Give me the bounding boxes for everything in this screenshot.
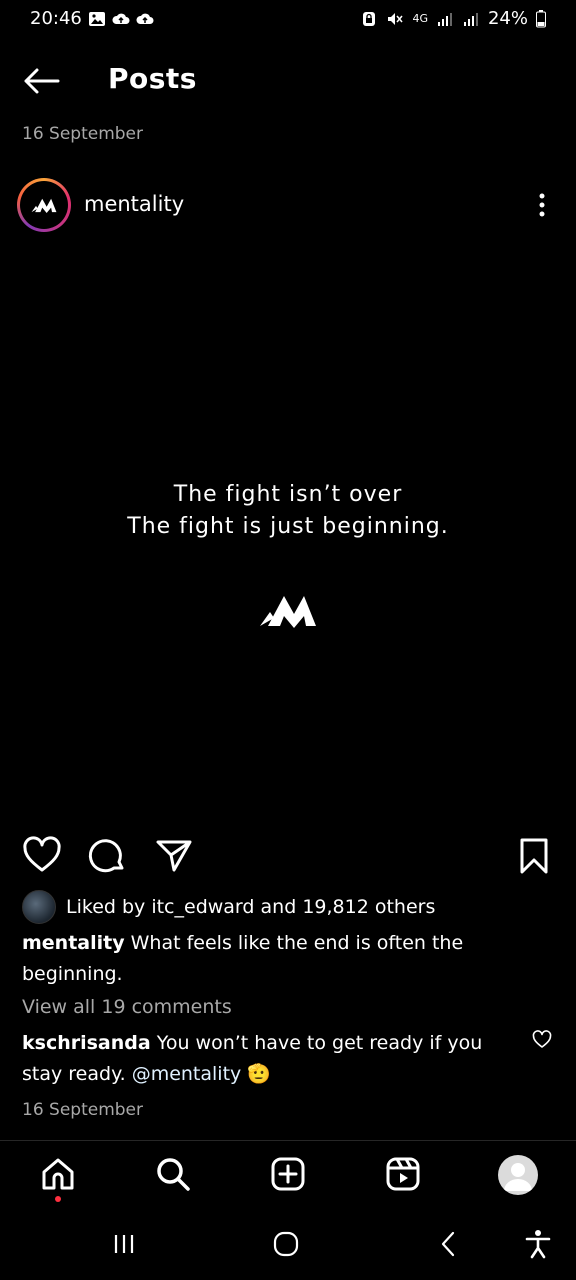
status-bar: 20:46 4G 24%	[0, 0, 576, 44]
view-comments-link[interactable]: View all 19 comments	[22, 996, 232, 1018]
signal-icon	[437, 12, 452, 26]
post-date-bottom: 16 September	[22, 1100, 144, 1120]
gallery-icon	[89, 12, 105, 26]
reels-icon[interactable]	[383, 1154, 423, 1194]
create-icon[interactable]	[268, 1154, 308, 1194]
likes-prefix: Liked by	[66, 896, 152, 918]
page-title: Posts	[108, 62, 197, 95]
comment-heart-icon[interactable]	[532, 1030, 552, 1050]
back-arrow-icon[interactable]	[22, 66, 60, 96]
status-notification-icons	[88, 10, 154, 28]
home-icon[interactable]	[38, 1154, 78, 1194]
signal-icon	[463, 12, 478, 26]
battery-percent: 24%	[487, 8, 528, 29]
comment-item: kschrisanda You won’t have to get ready …	[22, 1028, 522, 1090]
post-date-top: 16 September	[22, 124, 144, 144]
battery-icon	[536, 9, 546, 27]
author-avatar-inner	[20, 181, 68, 229]
likes-mid: and	[254, 896, 303, 918]
profile-placeholder-icon	[504, 1163, 532, 1191]
caption: mentality What feels like the end is oft…	[22, 928, 542, 990]
comment-emoji: 🫡	[247, 1063, 271, 1085]
post-quote-line1: The fight isn’t over	[173, 482, 403, 507]
caption-username[interactable]: mentality	[22, 932, 125, 954]
mentality-logo-icon	[31, 198, 57, 213]
bottom-nav-divider	[0, 1140, 576, 1141]
accessibility-icon[interactable]	[518, 1224, 558, 1264]
author-username[interactable]: mentality	[84, 192, 184, 216]
likes-text: Liked by itc_edward and 19,812 others	[66, 896, 435, 918]
comment-username[interactable]: kschrisanda	[22, 1032, 151, 1054]
mute-icon	[388, 12, 404, 25]
likes-row[interactable]: Liked by itc_edward and 19,812 others	[22, 890, 435, 924]
author-avatar[interactable]	[17, 178, 71, 232]
bookmark-icon[interactable]	[514, 836, 554, 876]
cloud-upload-icon	[136, 13, 154, 24]
network-type: 4G	[412, 11, 428, 25]
mentality-logo-icon	[260, 596, 316, 628]
likes-count[interactable]: 19,812 others	[302, 896, 435, 918]
status-right-icons: 4G 24%	[360, 8, 546, 29]
cloud-upload-icon	[112, 13, 130, 24]
status-time: 20:46	[30, 8, 82, 29]
liked-by-user[interactable]: itc_edward	[151, 896, 254, 918]
more-options-icon[interactable]	[532, 190, 552, 220]
notification-dot	[55, 1196, 61, 1202]
home-circle-icon[interactable]	[266, 1224, 306, 1264]
header: Posts	[0, 56, 576, 108]
heart-icon[interactable]	[22, 836, 62, 876]
share-icon[interactable]	[154, 836, 194, 876]
liker-avatar	[22, 890, 56, 924]
comment-icon[interactable]	[88, 836, 128, 876]
comment-mention[interactable]: @mentality	[132, 1063, 242, 1085]
recents-icon[interactable]	[104, 1224, 144, 1264]
post-quote-line2: The fight is just beginning.	[127, 514, 449, 539]
profile-avatar[interactable]	[498, 1155, 538, 1195]
back-chevron-icon[interactable]	[428, 1224, 468, 1264]
vpn-icon	[363, 11, 376, 26]
search-icon[interactable]	[153, 1154, 193, 1194]
